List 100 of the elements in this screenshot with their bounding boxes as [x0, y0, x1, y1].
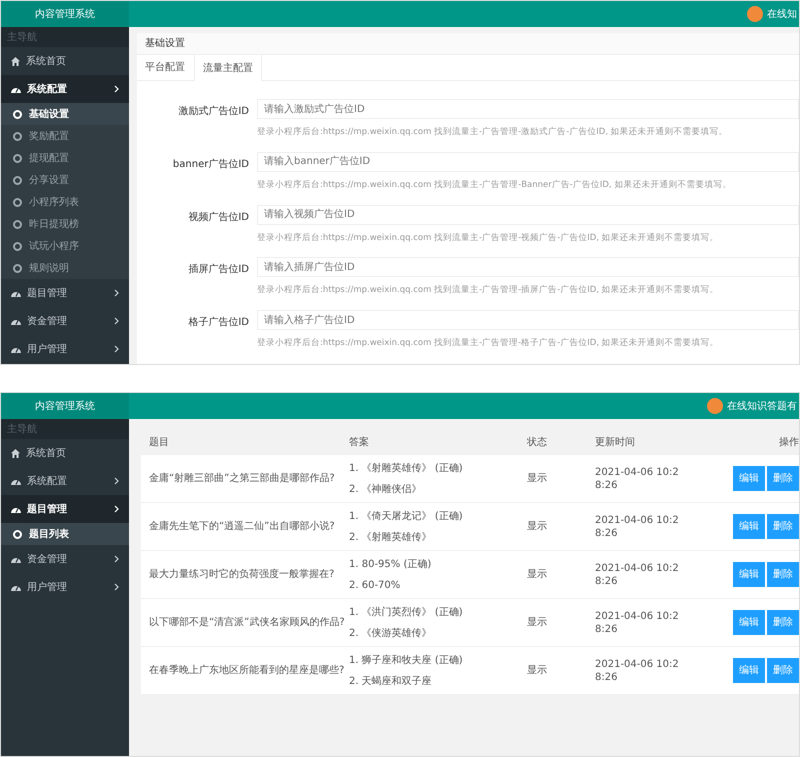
avatar-icon	[747, 6, 763, 22]
action-button[interactable]: 删除	[767, 610, 799, 635]
help-text: 登录小程序后台:https://mp.weixin.qq.com 找到流量主-广告管理-插屏广告-广告位ID, 如果还未开通则不需要填写。	[257, 284, 720, 297]
field-label: 格子广告位ID	[187, 316, 249, 330]
table-cell-text: 2021-04-06 10:28:26	[595, 514, 680, 540]
help-text: 登录小程序后台:https://mp.weixin.qq.com 找到流量主-广告管理-Banner广告-广告位ID, 如果还未开通则不需要填写。	[257, 178, 732, 192]
user-name: 在线知识答题有	[727, 400, 797, 414]
submenu-item[interactable]: 奖励配置	[1, 125, 129, 147]
chevron-icon	[114, 345, 119, 353]
app-title: 内容管理系统	[1, 1, 129, 27]
menu-item[interactable]: 题目管理	[1, 495, 129, 523]
answer-option: 2. 《射雕英雄传》	[349, 530, 527, 544]
menu-item[interactable]: 资金管理	[1, 307, 129, 335]
submenu-item[interactable]: 昨日提现榜	[1, 213, 129, 235]
menu-item[interactable]: 题目管理	[1, 279, 129, 307]
submenu-item[interactable]: 分享设置	[1, 169, 129, 191]
answer-option: 1. 《洪门英烈传》 (正确)	[349, 604, 527, 620]
action-button[interactable]: 删除	[767, 658, 799, 683]
help-text: 登录小程序后台:https://mp.weixin.qq.com 找到流量主-广告管理-格子广告-广告位ID, 如果还未开通则不需要填写。	[257, 337, 720, 350]
column-header: 操作	[778, 436, 799, 450]
input-field[interactable]: 请输入banner广告位ID	[257, 152, 799, 172]
menu-item[interactable]: 系统配置	[1, 75, 129, 103]
input-field[interactable]: 请输入格子广告位ID	[257, 310, 799, 330]
menu-item[interactable]: 用户管理	[1, 335, 129, 363]
table-cell-text: 2021-04-06 10:28:26	[595, 466, 680, 492]
gauge-icon	[11, 477, 21, 485]
circle-icon	[13, 242, 22, 250]
action-button[interactable]: 编辑	[733, 658, 765, 683]
field-label: 插屏广告位ID	[187, 262, 249, 278]
submenu-item[interactable]: 基础设置	[1, 103, 129, 125]
gauge-icon	[11, 289, 21, 297]
answer-option: 1. 狮子座和牧夫座 (正确)	[349, 652, 527, 668]
circle-icon	[13, 264, 22, 272]
field-label: 激励式广告位ID	[177, 104, 249, 119]
table-cell-text: 最大力量练习时它的负荷强度一般掌握在?	[149, 568, 336, 582]
gauge-icon	[11, 317, 21, 325]
circle-icon	[13, 154, 22, 162]
chevron-icon	[114, 555, 119, 563]
avatar-icon	[707, 398, 723, 414]
home-icon	[11, 448, 20, 458]
menu-item[interactable]: 系统配置	[1, 467, 129, 495]
input-field[interactable]: 请输入视频广告位ID	[257, 204, 799, 224]
menu-item[interactable]: 资金管理	[1, 545, 129, 573]
table-cell-text: 2021-04-06 10:28:26	[595, 658, 680, 684]
action-button[interactable]: 编辑	[733, 610, 765, 635]
user-name: 在线知	[767, 8, 797, 22]
tab[interactable]: 平台配置	[137, 55, 194, 80]
column-header: 更新时间	[595, 436, 636, 450]
submenu-item[interactable]: 小程序列表	[1, 191, 129, 213]
action-button[interactable]: 删除	[767, 514, 799, 539]
column-header: 题目	[149, 436, 170, 450]
table-cell-text: 金庸“射雕三部曲”之第三部曲是哪部作品?	[149, 472, 336, 486]
circle-icon	[13, 110, 22, 118]
answer-option: 1. 《倚天屠龙记》 (正确)	[349, 508, 527, 524]
gauge-icon	[11, 555, 21, 563]
field-label: banner广告位ID	[172, 158, 249, 172]
menu-item[interactable]: 用户管理	[1, 573, 129, 601]
action-button[interactable]: 编辑	[733, 514, 765, 539]
chevron-icon	[114, 583, 119, 591]
table-cell-text: 显示	[527, 520, 548, 534]
answer-option: 1. 80-95% (正确)	[349, 556, 527, 572]
circle-icon	[13, 530, 22, 538]
circle-icon	[13, 132, 22, 140]
chevron-icon	[114, 289, 119, 297]
table-cell-text: 2021-04-06 10:28:26	[595, 610, 680, 636]
column-header: 答案	[349, 436, 370, 450]
table-cell-text: 显示	[527, 664, 548, 678]
home-icon	[11, 56, 20, 66]
circle-icon	[13, 198, 22, 206]
table-cell-text: 显示	[527, 472, 548, 486]
submenu-item[interactable]: 试玩小程序	[1, 235, 129, 257]
submenu-item[interactable]: 提现配置	[1, 147, 129, 169]
answer-option: 2. 《神雕侠侣》	[349, 482, 527, 496]
answer-option: 2. 天蝎座和双子座	[349, 674, 527, 688]
circle-icon	[13, 176, 22, 184]
input-field[interactable]: 请输入插屏广告位ID	[257, 257, 799, 278]
action-button[interactable]: 编辑	[733, 466, 765, 491]
table-cell-text: 金庸先生笔下的“逍遥二仙”出自哪部小说?	[149, 520, 336, 534]
chevron-icon	[114, 505, 119, 513]
table-cell-text: 2021-04-06 10:28:26	[595, 562, 680, 588]
answer-option: 2. 60-70%	[349, 578, 527, 592]
submenu-item[interactable]: 题目列表	[1, 523, 129, 545]
gauge-icon	[11, 505, 21, 513]
action-button[interactable]: 删除	[767, 466, 799, 491]
nav-label: 主导航	[1, 27, 129, 47]
gauge-icon	[11, 85, 21, 93]
chevron-icon	[114, 317, 119, 325]
table-cell-text: 在春季晚上广东地区所能看到的星座是哪些?	[149, 664, 346, 678]
menu-item[interactable]: 系统首页	[1, 439, 129, 467]
action-button[interactable]: 编辑	[733, 562, 765, 587]
tab[interactable]: 流量主配置	[194, 55, 262, 81]
submenu-item[interactable]: 规则说明	[1, 257, 129, 279]
chevron-icon	[114, 477, 119, 485]
action-button[interactable]: 删除	[767, 562, 799, 587]
nav-label: 主导航	[1, 419, 129, 439]
menu-item[interactable]: 系统首页	[1, 47, 129, 75]
help-text: 登录小程序后台:https://mp.weixin.qq.com 找到流量主-广告管理-视频广告-广告位ID, 如果还未开通则不需要填写。	[257, 232, 720, 244]
gauge-icon	[11, 345, 21, 353]
column-header: 状态	[527, 436, 548, 450]
input-field[interactable]: 请输入激励式广告位ID	[257, 99, 799, 119]
